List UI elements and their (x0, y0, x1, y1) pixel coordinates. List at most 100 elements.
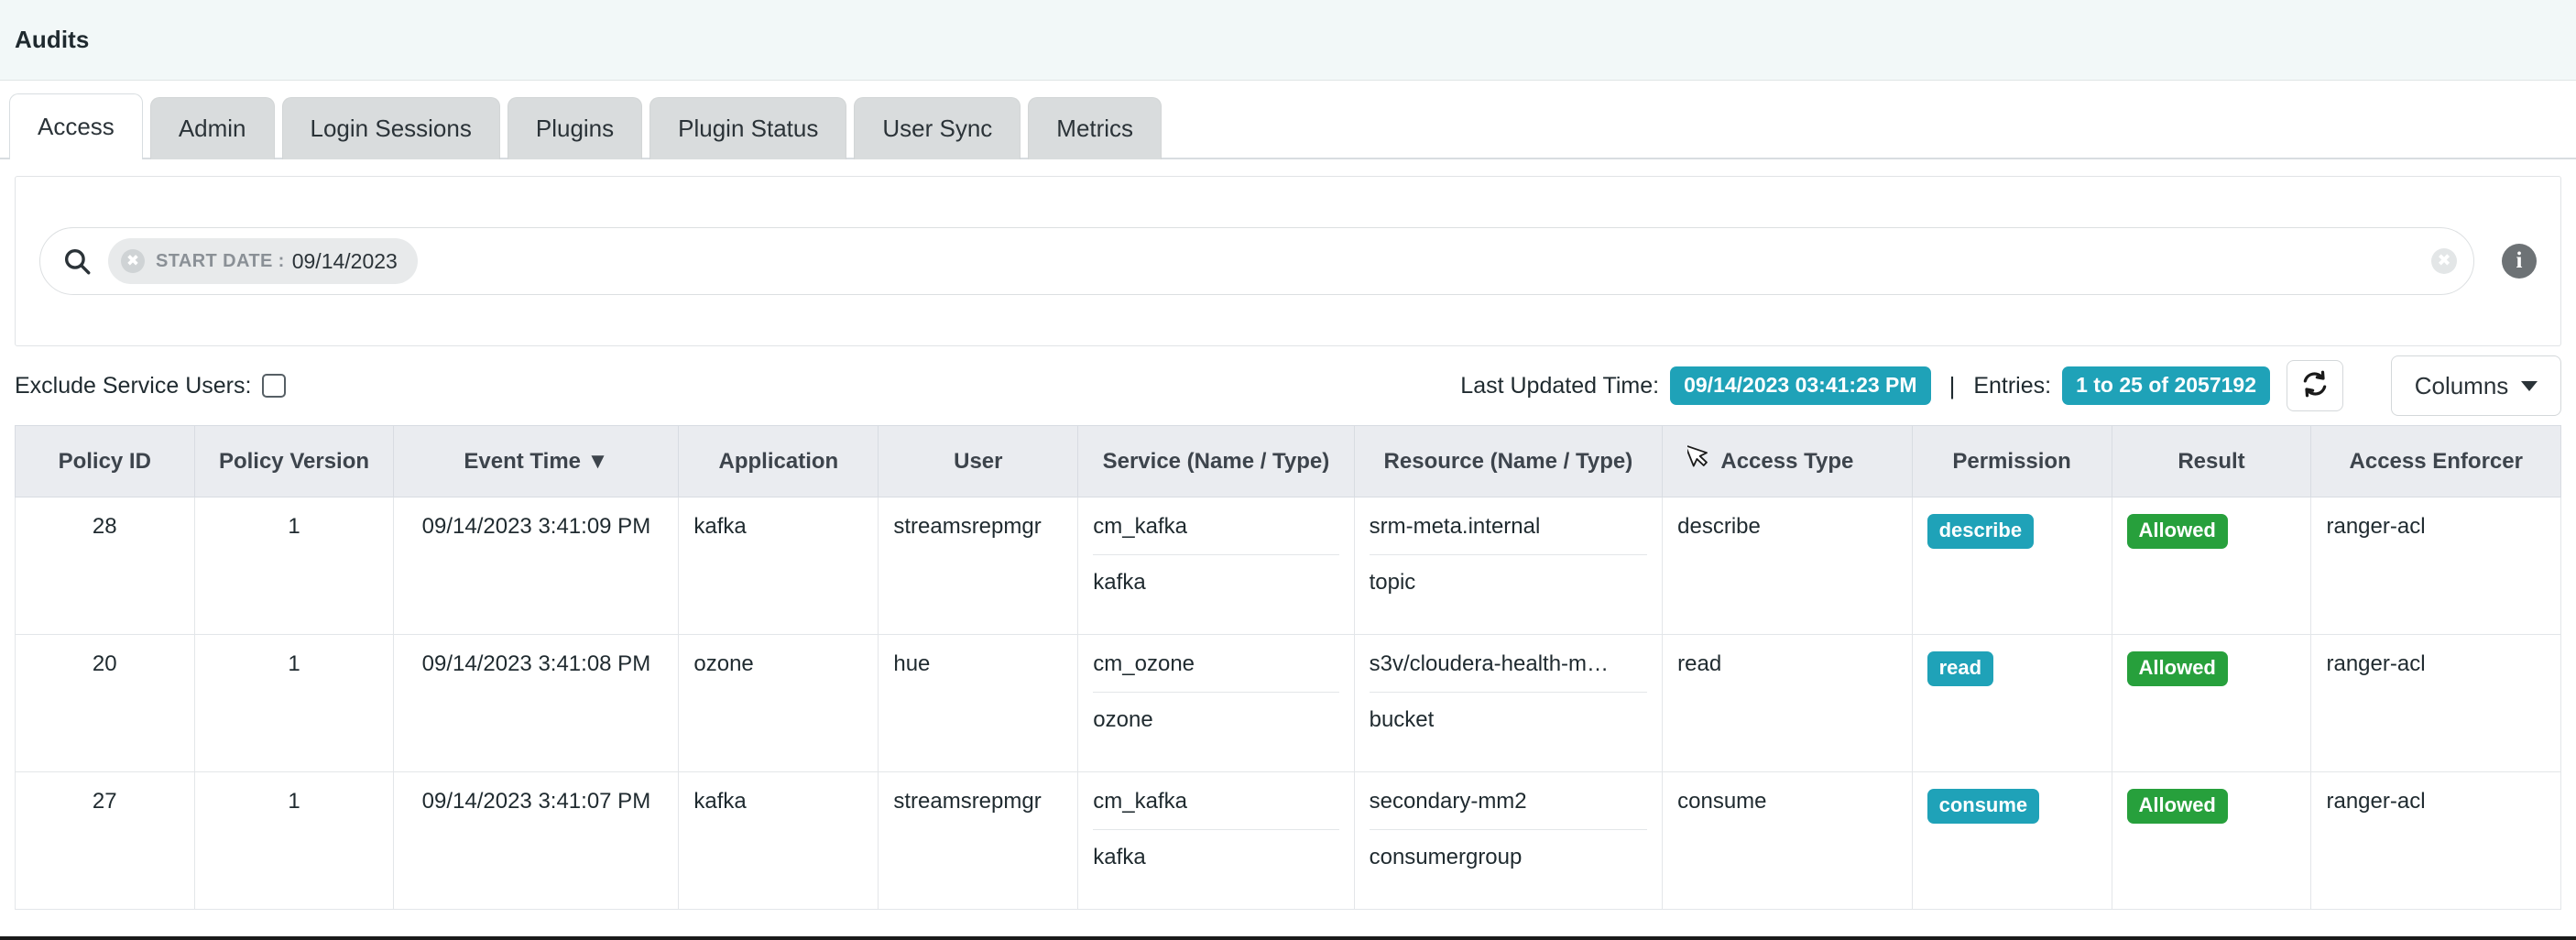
filter-chip-start-date[interactable]: ✖ START DATE : 09/14/2023 (108, 238, 418, 284)
tab-plugin-status[interactable]: Plugin Status (649, 97, 846, 159)
search-icon (60, 245, 93, 278)
last-updated-time-value: 09/14/2023 03:41:23 PM (1670, 366, 1930, 405)
cell-permission: read (1912, 635, 2112, 772)
audit-table: Policy ID Policy Version Event Time ▼ Ap… (15, 425, 2561, 910)
exclude-service-users-checkbox[interactable] (262, 374, 286, 398)
cell-application: kafka (679, 772, 879, 910)
chip-key-label: START DATE : (156, 251, 285, 272)
resource-type: bucket (1370, 693, 1648, 733)
page-title: Audits (15, 26, 89, 54)
entries-label: Entries: (1973, 373, 2051, 399)
resource-name: secondary-mm2 (1370, 789, 1648, 830)
refresh-button[interactable] (2287, 360, 2343, 411)
column-header-policy-version[interactable]: Policy Version (194, 426, 394, 497)
tab-label: Access (38, 113, 115, 141)
service-name: cm_kafka (1093, 514, 1338, 555)
cell-application: ozone (679, 635, 879, 772)
permission-badge: read (1927, 651, 1993, 686)
column-header-access-enforcer[interactable]: Access Enforcer (2311, 426, 2561, 497)
cell-policy-id[interactable]: 20 (16, 635, 195, 772)
tab-metrics[interactable]: Metrics (1028, 97, 1162, 159)
cell-policy-version: 1 (194, 635, 394, 772)
tab-login-sessions[interactable]: Login Sessions (282, 97, 500, 159)
cell-permission: describe (1912, 497, 2112, 635)
cell-resource: s3v/cloudera-health-m… bucket (1354, 635, 1663, 772)
table-row[interactable]: 27 1 09/14/2023 3:41:07 PM kafka streams… (16, 772, 2561, 910)
cell-service: cm_ozone ozone (1078, 635, 1354, 772)
column-header-event-time[interactable]: Event Time ▼ (394, 426, 679, 497)
cell-permission: consume (1912, 772, 2112, 910)
cell-application: kafka (679, 497, 879, 635)
table-header-row: Policy ID Policy Version Event Time ▼ Ap… (16, 426, 2561, 497)
chip-remove-icon[interactable]: ✖ (121, 249, 145, 273)
tab-access[interactable]: Access (9, 93, 143, 159)
resource-type: consumergroup (1370, 830, 1648, 870)
audit-table-container: Policy ID Policy Version Event Time ▼ Ap… (15, 425, 2561, 910)
column-header-policy-id[interactable]: Policy ID (16, 426, 195, 497)
search-panel: ✖ START DATE : 09/14/2023 ✖ i (15, 176, 2561, 346)
status-badge: Allowed (2127, 789, 2228, 824)
permission-badge: consume (1927, 789, 2040, 824)
cell-user: hue (879, 635, 1078, 772)
cell-event-time: 09/14/2023 3:41:07 PM (394, 772, 679, 910)
table-row[interactable]: 28 1 09/14/2023 3:41:09 PM kafka streams… (16, 497, 2561, 635)
service-type: kafka (1093, 830, 1338, 870)
cell-user: streamsrepmgr (879, 772, 1078, 910)
cell-access-type: describe (1663, 497, 1912, 635)
status-badge: Allowed (2127, 514, 2228, 549)
cell-policy-id[interactable]: 28 (16, 497, 195, 635)
column-header-user[interactable]: User (879, 426, 1078, 497)
status-badge: Allowed (2127, 651, 2228, 686)
chip-value-label: 09/14/2023 (292, 249, 398, 274)
resource-name: srm-meta.internal (1370, 514, 1648, 555)
tab-user-sync[interactable]: User Sync (854, 97, 1021, 159)
info-icon[interactable]: i (2502, 244, 2537, 279)
table-row[interactable]: 20 1 09/14/2023 3:41:08 PM ozone hue cm_… (16, 635, 2561, 772)
cell-service: cm_kafka kafka (1078, 497, 1354, 635)
cell-access-type: consume (1663, 772, 1912, 910)
cell-policy-id[interactable]: 27 (16, 772, 195, 910)
search-input[interactable]: ✖ START DATE : 09/14/2023 ✖ (39, 227, 2474, 295)
service-name: cm_kafka (1093, 789, 1338, 830)
cell-result: Allowed (2112, 772, 2311, 910)
clear-search-icon[interactable]: ✖ (2431, 248, 2457, 274)
service-type: kafka (1093, 555, 1338, 596)
tab-plugins[interactable]: Plugins (508, 97, 642, 159)
column-header-permission[interactable]: Permission (1912, 426, 2112, 497)
tab-label: Plugin Status (678, 115, 818, 143)
cell-access-enforcer: ranger-acl (2311, 772, 2561, 910)
tab-admin[interactable]: Admin (150, 97, 275, 159)
tab-label: User Sync (882, 115, 992, 143)
column-header-result[interactable]: Result (2112, 426, 2311, 497)
column-header-access-type[interactable]: Access Type (1663, 426, 1912, 497)
cell-user: streamsrepmgr (879, 497, 1078, 635)
cell-access-type: read (1663, 635, 1912, 772)
table-toolbar: Exclude Service Users: Last Updated Time… (15, 346, 2561, 425)
cell-resource: secondary-mm2 consumergroup (1354, 772, 1663, 910)
cell-policy-version: 1 (194, 497, 394, 635)
tab-label: Metrics (1056, 115, 1133, 143)
toolbar-divider: | (1949, 372, 1956, 400)
tab-label: Plugins (536, 115, 614, 143)
resource-name: s3v/cloudera-health-m… (1370, 651, 1648, 693)
service-name: cm_ozone (1093, 651, 1338, 693)
chevron-down-icon (2521, 381, 2538, 391)
tab-label: Admin (179, 115, 246, 143)
cell-service: cm_kafka kafka (1078, 772, 1354, 910)
column-header-application[interactable]: Application (679, 426, 879, 497)
cell-policy-version: 1 (194, 772, 394, 910)
last-updated-time-label: Last Updated Time: (1460, 373, 1659, 399)
column-header-resource[interactable]: Resource (Name / Type) (1354, 426, 1663, 497)
cell-result: Allowed (2112, 497, 2311, 635)
viewport-bottom-edge (0, 936, 2576, 940)
exclude-service-users-label: Exclude Service Users: (15, 373, 251, 399)
page-header: Audits (0, 0, 2576, 81)
cell-resource: srm-meta.internal topic (1354, 497, 1663, 635)
tab-bar: Access Admin Login Sessions Plugins Plug… (0, 81, 2576, 159)
column-header-service[interactable]: Service (Name / Type) (1078, 426, 1354, 497)
columns-button[interactable]: Columns (2391, 355, 2561, 416)
audit-table-body: 28 1 09/14/2023 3:41:09 PM kafka streams… (16, 497, 2561, 910)
permission-badge: describe (1927, 514, 2035, 549)
cell-access-enforcer: ranger-acl (2311, 635, 2561, 772)
toolbar-right-group: Last Updated Time: 09/14/2023 03:41:23 P… (1460, 355, 2561, 416)
